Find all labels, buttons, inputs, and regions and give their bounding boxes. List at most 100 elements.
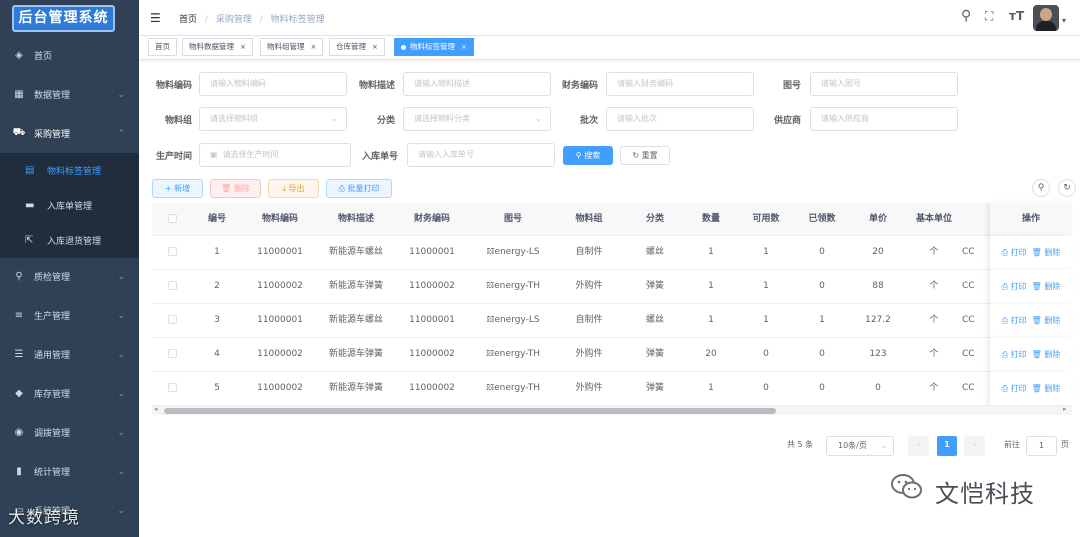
goto-page-input[interactable]: 1 (1026, 436, 1057, 456)
select-all-checkbox[interactable] (167, 214, 177, 223)
sidebar-item-statistics[interactable]: ▮ 统计管理 ⌄ (0, 452, 139, 491)
total-count: 共 5 条 (787, 440, 814, 449)
breadcrumb-home[interactable]: 首页 (179, 15, 197, 25)
search-icon[interactable]: ⚲ (961, 8, 971, 24)
category-select[interactable]: 请选择物料分类 ⌄ (403, 107, 551, 131)
batch-label: 批次 (579, 116, 598, 126)
tab-warehouse[interactable]: 仓库管理 × (329, 38, 385, 56)
breadcrumb-current: 物料标签管理 (270, 15, 325, 25)
sidebar-item-purchase[interactable]: ⛟ 采购管理 ⌃ (0, 114, 139, 153)
avatar[interactable] (1033, 5, 1059, 31)
print-icon: ⎙ (1001, 350, 1009, 359)
row-checkbox[interactable] (167, 349, 177, 358)
tags-view: 首页 物料数据管理 × 物料组管理 × 仓库管理 × 物料标签管理 × (139, 36, 1080, 60)
sidebar-item-home[interactable]: ◈ 首页 (0, 36, 139, 75)
next-page-button[interactable]: › (964, 436, 985, 456)
material-group-select[interactable]: 请选择物料组 ⌄ (199, 107, 347, 131)
sliders-icon: ≡ (14, 310, 24, 321)
delete-link[interactable]: 🗑 删除 (1032, 282, 1061, 291)
chevron-down-icon: ⌄ (117, 271, 125, 282)
batch-input[interactable]: 请输入批次 (606, 107, 754, 131)
sidebar-item-production[interactable]: ≡ 生产管理 ⌄ (0, 296, 139, 335)
sidebar-item-general[interactable]: ☰ 通用管理 ⌄ (0, 335, 139, 374)
table-cell: 外购件 (575, 383, 603, 393)
refresh-icon: ↻ (1063, 183, 1071, 193)
print-link[interactable]: ⎙ 打印 (1002, 384, 1027, 393)
watermark-left: 大数跨境 (8, 508, 80, 528)
batch-print-button[interactable]: ⎙ 批量打印 (326, 179, 392, 198)
prev-page-button[interactable]: ‹ (908, 436, 929, 456)
close-icon[interactable]: × (240, 43, 246, 51)
table-cell: 11000001 (409, 247, 455, 257)
refresh-button[interactable]: ↻ (1058, 179, 1076, 197)
print-link[interactable]: ⎙ 打印 (1002, 248, 1027, 257)
horizontal-scrollbar[interactable]: ◂ ▸ (152, 405, 1072, 415)
row-checkbox[interactable] (167, 383, 177, 392)
table-cell: 4 (214, 349, 220, 359)
sidebar-subitem-material-label[interactable]: ▤ 物料标签管理 (0, 153, 139, 188)
tab-home[interactable]: 首页 (148, 38, 177, 56)
supplier-input[interactable]: 请输入供应商 (810, 107, 958, 131)
page-size-select[interactable]: 10条/页 ⌄ (826, 436, 894, 456)
column-header: 数量 (701, 214, 720, 224)
row-checkbox[interactable] (167, 247, 177, 256)
column-header: 编号 (207, 214, 226, 224)
delete-link[interactable]: 🗑 删除 (1032, 316, 1061, 325)
caret-down-icon[interactable]: ▾ (1062, 16, 1066, 25)
print-link[interactable]: ⎙ 打印 (1002, 282, 1027, 291)
fullscreen-icon[interactable]: ⛶ (985, 9, 993, 24)
inbound-no-input[interactable]: 请输入入库单号 (407, 143, 555, 167)
current-page-button[interactable]: 1 (937, 436, 957, 456)
production-time-picker[interactable]: ▣ 请选择生产时间 (199, 143, 351, 167)
row-actions: ⎙ 打印 🗑 删除 (990, 338, 1072, 372)
tab-material-group[interactable]: 物料组管理 × (260, 38, 324, 56)
material-code-label: 物料编码 (155, 81, 192, 91)
sidebar-item-label: 生产管理 (34, 312, 71, 322)
hamburger-icon[interactable]: ☰ (150, 11, 161, 25)
column-header: 已领数 (808, 214, 836, 224)
supplier-label: 供应商 (773, 116, 801, 126)
table-cell: 新能源车螺丝 (328, 315, 383, 325)
sidebar-item-quality[interactable]: ⚲ 质检管理 ⌄ (0, 257, 139, 296)
sidebar-item-transfer[interactable]: ◉ 调拨管理 ⌄ (0, 413, 139, 452)
tab-material-data[interactable]: 物料数据管理 × (182, 38, 253, 56)
scrollbar-thumb[interactable] (164, 408, 776, 414)
close-icon[interactable]: × (311, 43, 317, 51)
column-header: 单价 (868, 214, 887, 224)
delete-link[interactable]: 🗑 删除 (1032, 350, 1061, 359)
plus-icon: + (164, 184, 175, 193)
close-icon[interactable]: × (461, 43, 467, 51)
sidebar-item-data[interactable]: ▦ 数据管理 ⌄ (0, 75, 139, 114)
close-icon[interactable]: × (372, 43, 378, 51)
print-link[interactable]: ⎙ 打印 (1002, 350, 1027, 359)
scroll-right-icon[interactable]: ▸ (1063, 405, 1067, 413)
scroll-left-icon[interactable]: ◂ (154, 405, 158, 413)
table-row: 3 11000001 新能源车螺丝 11000001 𝌸energy-LS 自制件 螺丝 1 1… (152, 304, 1072, 338)
tab-material-label[interactable]: 物料标签管理 × (394, 38, 474, 56)
sidebar-subitem-inbound-return[interactable]: ⇱ 入库退货管理 (0, 223, 139, 258)
drawing-no-input[interactable]: 请输入图号 (810, 72, 958, 96)
sidebar-item-inventory[interactable]: ◆ 库存管理 ⌄ (0, 374, 139, 413)
delete-link[interactable]: 🗑 删除 (1032, 248, 1061, 257)
search-button[interactable]: ⚲ 搜索 (563, 146, 613, 165)
material-code-input[interactable]: 请输入物料编码 (199, 72, 347, 96)
delete-button[interactable]: 🗑 删除 (210, 179, 261, 198)
material-desc-input[interactable]: 请输入物料描述 (403, 72, 551, 96)
chevron-right-icon: › (972, 440, 977, 449)
toggle-search-button[interactable]: ⚲ (1032, 179, 1050, 197)
row-checkbox[interactable] (167, 315, 177, 324)
reset-button[interactable]: ↻ 重置 (620, 146, 670, 165)
sidebar-subitem-inbound[interactable]: ▬ 入库单管理 (0, 188, 139, 223)
table-cell: 11000002 (409, 383, 455, 393)
print-link[interactable]: ⎙ 打印 (1002, 316, 1027, 325)
row-checkbox[interactable] (167, 281, 177, 290)
category-label: 分类 (376, 116, 395, 126)
column-header: 图号 (503, 214, 522, 224)
font-size-icon[interactable]: ᴛT (1009, 9, 1024, 23)
sidebar-item-label: 采购管理 (34, 130, 71, 140)
add-button[interactable]: + 新增 (152, 179, 203, 198)
finance-code-input[interactable]: 请输入财务编码 (606, 72, 754, 96)
top-navbar: ☰ 首页 / 采购管理 / 物料标签管理 ⚲ ⛶ ᴛT ▾ (139, 0, 1080, 36)
delete-link[interactable]: 🗑 删除 (1032, 384, 1061, 393)
export-button[interactable]: ⤓ 导出 (268, 179, 319, 198)
